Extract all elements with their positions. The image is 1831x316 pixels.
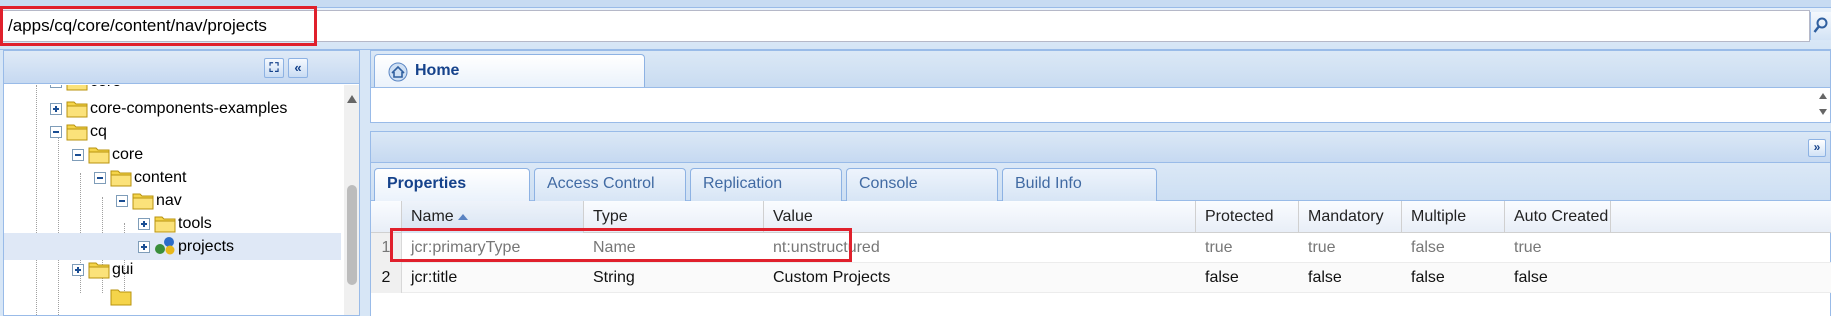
tree-item[interactable]: core xyxy=(4,85,341,95)
cell-protected: false xyxy=(1205,269,1239,286)
column-header-name[interactable]: Name xyxy=(402,201,584,233)
column-header-value[interactable]: Value xyxy=(764,201,1196,233)
cell-mandatory: false xyxy=(1308,269,1342,286)
expand-icon[interactable] xyxy=(50,103,62,115)
properties-tabs: Properties Access Control Replication Co… xyxy=(370,163,1831,202)
tree-item-partial xyxy=(4,283,341,310)
path-input[interactable]: /apps/cq/core/content/nav/projects xyxy=(2,10,1810,42)
collapse-icon[interactable] xyxy=(72,149,84,161)
tab-replication[interactable]: Replication xyxy=(690,168,842,201)
scroll-thumb[interactable] xyxy=(347,185,357,285)
cell-auto-created: true xyxy=(1514,239,1542,256)
tree-body: core core-components-examples cq core co xyxy=(4,85,344,315)
editor-scrollbar[interactable] xyxy=(1818,90,1828,120)
tab-access-control[interactable]: Access Control xyxy=(534,168,686,201)
table-row[interactable]: 1 jcr:primaryType Name nt:unstructured t… xyxy=(371,233,1831,263)
cell-protected: true xyxy=(1205,239,1233,256)
tree-header: ⛶ « xyxy=(4,51,359,84)
tree-panel: ⛶ « core core-components-examples xyxy=(3,50,360,316)
row-number: 2 xyxy=(371,263,402,293)
folder-icon xyxy=(88,147,110,164)
path-go-button[interactable] xyxy=(1810,12,1831,40)
row-number: 1 xyxy=(371,233,402,263)
column-header-label: Name xyxy=(411,208,454,225)
expand-icon[interactable] xyxy=(138,241,150,253)
tree-scrollbar[interactable] xyxy=(344,85,359,315)
expand-icon[interactable] xyxy=(138,218,150,230)
folder-icon xyxy=(132,193,154,210)
path-bar: /apps/cq/core/content/nav/projects xyxy=(0,0,1831,50)
sort-ascending-icon xyxy=(457,213,468,220)
cell-value: Custom Projects xyxy=(773,269,891,286)
binoculars-icon[interactable]: ⛶ xyxy=(264,58,284,78)
folder-icon xyxy=(88,262,110,279)
column-header-protected[interactable]: Protected xyxy=(1196,201,1299,233)
collapse-icon[interactable] xyxy=(50,85,62,88)
grid-header: Name Type Value Protected Mandatory Mult… xyxy=(371,201,1831,233)
home-icon xyxy=(388,62,408,82)
scroll-up-icon[interactable] xyxy=(347,95,357,103)
cell-multiple: false xyxy=(1411,239,1445,256)
scroll-up-icon[interactable] xyxy=(1819,93,1827,99)
folder-icon xyxy=(66,101,88,118)
tab-home-label: Home xyxy=(415,62,460,79)
column-header-mandatory[interactable]: Mandatory xyxy=(1299,201,1402,233)
cell-name: jcr:title xyxy=(411,269,458,286)
folder-icon xyxy=(110,170,132,187)
node-group-icon xyxy=(155,237,175,255)
cell-name: jcr:primaryType xyxy=(411,239,521,256)
properties-grid: Name Type Value Protected Mandatory Mult… xyxy=(370,201,1831,316)
collapse-icon[interactable] xyxy=(116,195,128,207)
collapse-left-icon[interactable]: « xyxy=(288,58,308,78)
expand-icon[interactable] xyxy=(72,264,84,276)
collapse-down-icon[interactable]: » xyxy=(1808,139,1826,157)
tab-build-info[interactable]: Build Info xyxy=(1002,168,1157,201)
cell-type: String xyxy=(593,269,635,286)
folder-icon xyxy=(66,85,88,91)
tree-item-label: core xyxy=(90,85,121,95)
column-header-rownum xyxy=(371,201,402,233)
column-header-multiple[interactable]: Multiple xyxy=(1402,201,1505,233)
folder-icon xyxy=(110,289,132,306)
search-icon xyxy=(1813,17,1828,33)
tab-console[interactable]: Console xyxy=(846,168,998,201)
cell-auto-created: false xyxy=(1514,269,1548,286)
folder-icon xyxy=(154,216,176,233)
cell-mandatory: true xyxy=(1308,239,1336,256)
tab-home[interactable]: Home xyxy=(374,54,645,88)
folder-icon xyxy=(66,124,88,141)
collapse-icon[interactable] xyxy=(94,172,106,184)
top-strip xyxy=(0,0,1831,8)
column-header-type[interactable]: Type xyxy=(584,201,764,233)
collapse-icon[interactable] xyxy=(50,126,62,138)
tree-item-label: gui xyxy=(112,261,134,278)
cell-value: nt:unstructured xyxy=(773,239,880,256)
tab-properties[interactable]: Properties xyxy=(374,168,530,202)
cell-multiple: false xyxy=(1411,269,1445,286)
column-header-auto-created[interactable]: Auto Created xyxy=(1505,201,1611,233)
crxde-window: /apps/cq/core/content/nav/projects ⛶ « c xyxy=(0,0,1831,316)
table-row[interactable]: 2 jcr:title String Custom Projects false… xyxy=(371,263,1831,293)
cell-type: Name xyxy=(593,239,636,256)
editor-content xyxy=(370,87,1831,123)
editor-tabbar: Home xyxy=(370,50,1831,88)
properties-panel-header: » xyxy=(370,131,1831,163)
tree-item[interactable]: gui xyxy=(4,256,341,283)
scroll-down-icon[interactable] xyxy=(1819,109,1827,115)
